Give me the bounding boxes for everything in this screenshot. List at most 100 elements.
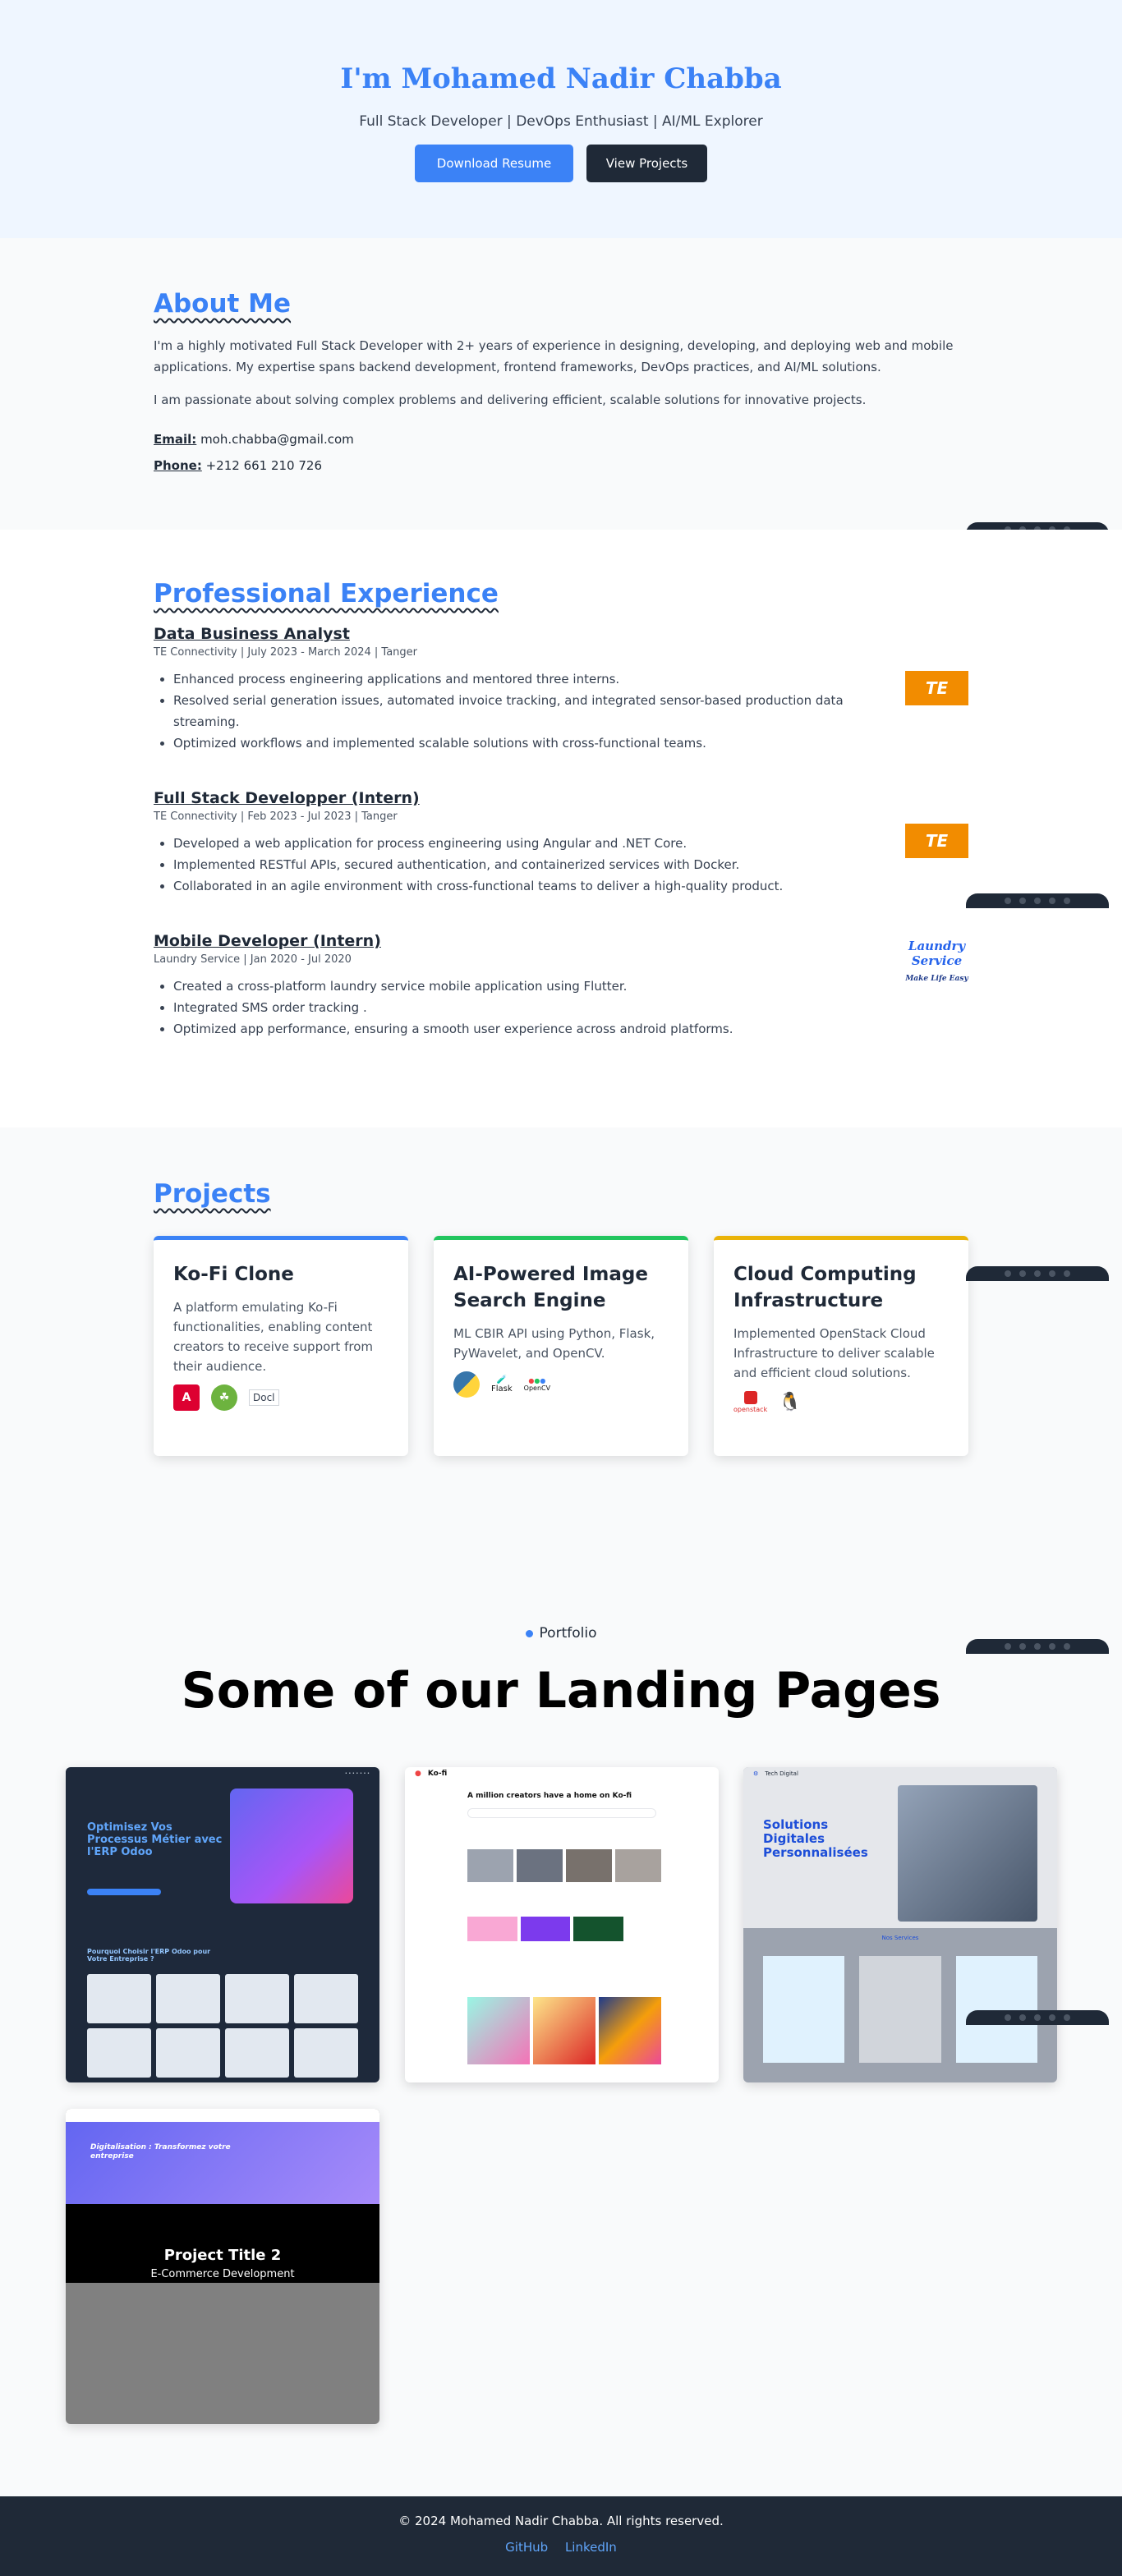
footer-links: GitHub LinkedIn <box>0 2540 1122 2555</box>
project-card-kofi[interactable]: Ko-Fi Clone A platform emulating Ko-Fi f… <box>154 1236 408 1456</box>
project-title: Ko-Fi Clone <box>173 1264 294 1285</box>
experience-section: Professional Experience Data Business An… <box>0 530 1122 1127</box>
shot-subheadline: Nos Services <box>881 1935 919 1941</box>
projects-title: Projects <box>154 1179 271 1209</box>
job-bullet: Developed a web application for process … <box>173 833 844 854</box>
email-label: Email: <box>154 432 197 447</box>
te-connectivity-logo: TE <box>905 671 968 705</box>
project-card-image-search[interactable]: AI-Powered Image Search Engine ML CBIR A… <box>434 1236 688 1456</box>
job-meta: Laundry Service | Jan 2020 - Jul 2020 <box>154 953 352 966</box>
floating-toolbar[interactable] <box>966 1639 1109 1654</box>
project-desc: A platform emulating Ko-Fi functionaliti… <box>173 1300 373 1374</box>
dot-icon <box>525 1629 533 1637</box>
job-item: Data Business Analyst TE Connectivity | … <box>154 625 968 754</box>
hero-illustration <box>898 1785 1037 1922</box>
job-item: Full Stack Developper (Intern) TE Connec… <box>154 789 968 897</box>
about-title: About Me <box>154 289 292 319</box>
overlay-subtitle: E-Commerce Development <box>150 2268 295 2280</box>
linux-icon: 🐧 <box>779 1392 802 1412</box>
about-paragraph-1: I'm a highly motivated Full Stack Develo… <box>154 338 954 374</box>
art-grid <box>467 1997 661 2064</box>
portfolio-shot-tech-digital[interactable]: ⚙ Tech Digital Solutions Digitales Person… <box>743 1767 1057 2082</box>
view-projects-button[interactable]: View Projects <box>586 145 707 182</box>
portfolio-title: Some of our Landing Pages <box>181 1662 941 1720</box>
portfolio-shot-odoo[interactable]: • • • • • • • Optimisez Vos Processus Mé… <box>66 1767 379 2082</box>
featured-grid <box>467 1917 623 1941</box>
laundry-logo-sub: Make Life Easy <box>905 975 968 983</box>
email-line: Email: moh.chabba@gmail.com <box>154 432 354 447</box>
job-meta: TE Connectivity | Feb 2023 - Jul 2023 | … <box>154 810 398 823</box>
project-card-cloud[interactable]: Cloud Computing Infrastructure Implement… <box>714 1236 968 1456</box>
mock-nav: • • • • • • • <box>344 1771 370 1776</box>
project-desc: Implemented OpenStack Cloud Infrastructu… <box>733 1326 935 1380</box>
portfolio-shot-kofi[interactable]: ● Ko-fi A million creators have a home on… <box>405 1767 719 2082</box>
job-bullet: Optimized app performance, ensuring a sm… <box>173 1018 844 1040</box>
about-section: About Me I'm a highly motivated Full Sta… <box>0 238 1122 530</box>
job-meta: TE Connectivity | July 2023 - March 2024… <box>154 646 418 659</box>
tech-icons: A ☘ Docl <box>173 1384 389 1411</box>
project-desc: ML CBIR API using Python, Flask, PyWavel… <box>453 1326 655 1361</box>
mock-nav: ⚙ Tech Digital <box>753 1770 798 1777</box>
mock-cta <box>87 1889 161 1895</box>
shot-headline: Solutions Digitales Personnalisées <box>763 1817 868 1860</box>
floating-toolbar[interactable] <box>966 2010 1109 2025</box>
spring-icon: ☘ <box>211 1384 237 1411</box>
job-bullets: Enhanced process engineering application… <box>154 668 844 754</box>
job-role: Data Business Analyst <box>154 625 350 643</box>
openstack-icon: openstack <box>733 1391 767 1413</box>
hero-name: I'm Mohamed Nadir Chabba <box>340 62 782 95</box>
download-resume-button[interactable]: Download Resume <box>415 145 573 182</box>
project-title: AI-Powered Image Search Engine <box>453 1264 648 1311</box>
about-paragraph-2: I am passionate about solving complex pr… <box>154 393 867 407</box>
mock-search <box>467 1808 656 1818</box>
phone-value[interactable]: +212 661 210 726 <box>206 458 322 473</box>
laundry-logo-text: Laundry Service <box>908 939 966 968</box>
floating-toolbar[interactable] <box>966 1266 1109 1281</box>
feature-grid <box>87 1974 358 2078</box>
job-bullets: Developed a web application for process … <box>154 833 844 897</box>
job-role: Full Stack Developper (Intern) <box>154 789 420 807</box>
hero-illustration <box>230 1789 353 1903</box>
mock-nav <box>66 2109 379 2122</box>
overlay-title: Project Title 2 <box>163 2247 282 2264</box>
hero-buttons: Download Resume View Projects <box>0 145 1122 182</box>
te-connectivity-logo: TE <box>905 824 968 858</box>
hero-section: I'm Mohamed Nadir Chabba Full Stack Deve… <box>0 0 1122 238</box>
hero-tagline: Full Stack Developer | DevOps Enthusiast… <box>359 113 763 130</box>
tech-icons: 🧪 Flask ●●● OpenCV <box>453 1371 669 1398</box>
job-bullet: Collaborated in an agile environment wit… <box>173 875 844 897</box>
python-icon <box>453 1371 480 1398</box>
creator-grid <box>467 1849 661 1882</box>
shot-subheadline: Pourquoi Choisir l'ERP Odoo pour Votre E… <box>87 1948 211 1963</box>
job-bullet: Resolved serial generation issues, autom… <box>173 690 844 732</box>
email-value[interactable]: moh.chabba@gmail.com <box>200 432 354 447</box>
floating-toolbar[interactable] <box>966 893 1109 908</box>
angular-icon: A <box>173 1384 200 1411</box>
docker-icon: Docl <box>249 1389 279 1406</box>
shot-headline: A million creators have a home on Ko-fi <box>467 1792 632 1800</box>
job-bullet: Enhanced process engineering application… <box>173 668 844 690</box>
opencv-icon: ●●● OpenCV <box>523 1377 551 1392</box>
job-role: Mobile Developer (Intern) <box>154 932 381 950</box>
job-bullets: Created a cross-platform laundry service… <box>154 976 844 1040</box>
github-link[interactable]: GitHub <box>505 2540 548 2555</box>
mock-hero <box>66 2122 379 2204</box>
laundry-service-logo: Laundry Service Make Life Easy <box>905 932 968 990</box>
linkedin-link[interactable]: LinkedIn <box>565 2540 617 2555</box>
shot-headline: Digitalisation : Transformez votre entre… <box>90 2143 231 2160</box>
tech-icons: openstack 🐧 <box>733 1391 949 1413</box>
job-bullet: Created a cross-platform laundry service… <box>173 976 844 997</box>
copyright: © 2024 Mohamed Nadir Chabba. All rights … <box>398 2514 724 2528</box>
footer: © 2024 Mohamed Nadir Chabba. All rights … <box>0 2496 1122 2576</box>
shot-headline: Optimisez Vos Processus Métier avec l'ER… <box>87 1821 223 1858</box>
phone-line: Phone: +212 661 210 726 <box>154 458 322 473</box>
experience-title: Professional Experience <box>154 579 499 608</box>
job-bullet: Integrated SMS order tracking . <box>173 997 844 1018</box>
portfolio-shot-project-2[interactable]: Digitalisation : Transformez votre entre… <box>66 2109 379 2424</box>
job-bullet: Optimized workflows and implemented scal… <box>173 732 844 754</box>
service-grid <box>763 1956 1037 2063</box>
project-title: Cloud Computing Infrastructure <box>733 1264 917 1311</box>
job-item: Mobile Developer (Intern) Laundry Servic… <box>154 932 968 1040</box>
mock-nav: ● Ko-fi <box>415 1770 448 1778</box>
flask-icon: 🧪 Flask <box>491 1375 513 1394</box>
